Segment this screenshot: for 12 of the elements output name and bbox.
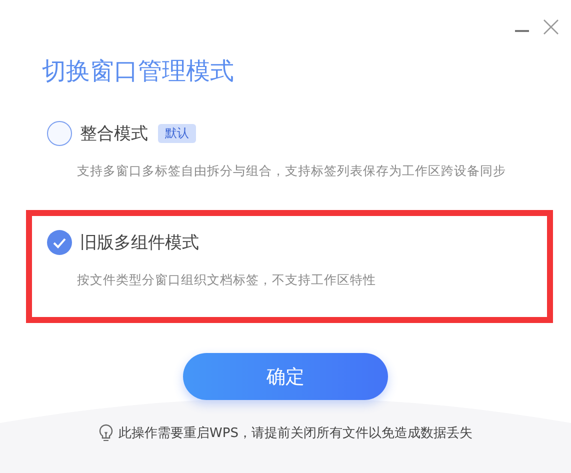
hint-text: 此操作需要重启WPS，请提前关闭所有文件以免造成数据丢失 (118, 425, 472, 442)
close-icon[interactable] (543, 19, 559, 35)
option-label[interactable]: 整合模式 (80, 122, 148, 145)
default-badge: 默认 (158, 124, 196, 143)
confirm-button[interactable]: 确定 (183, 353, 388, 400)
checked-radio-icon[interactable] (47, 230, 72, 255)
option-description: 支持多窗口多标签自由拆分与组合，支持标签列表保存为工作区跨设备同步 (77, 163, 507, 180)
option-label[interactable]: 旧版多组件模式 (80, 231, 199, 254)
option-description: 按文件类型分窗口组织文档标签，不支持工作区特性 (77, 272, 377, 289)
radio-button[interactable] (47, 121, 72, 146)
dialog-title: 切换窗口管理模式 (42, 56, 235, 87)
lightbulb-icon (98, 424, 113, 442)
